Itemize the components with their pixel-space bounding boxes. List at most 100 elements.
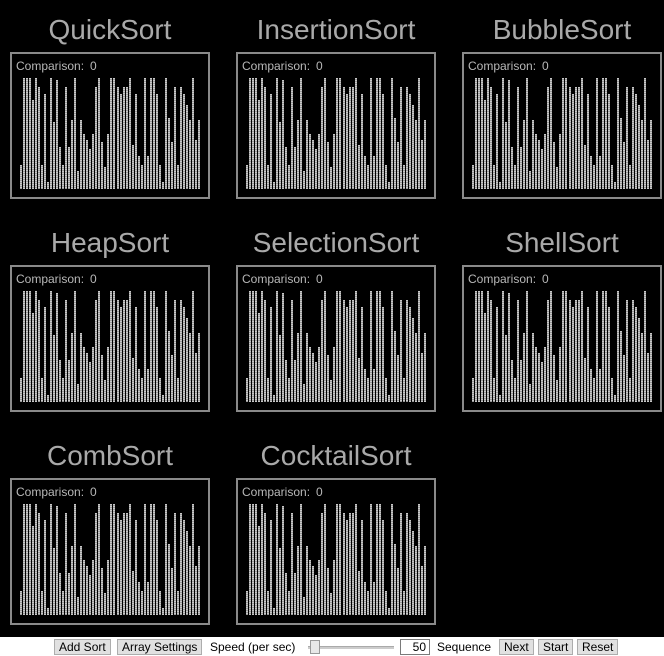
speed-slider[interactable]: [306, 640, 396, 654]
sort-visualization: Comparison: 0: [236, 478, 436, 625]
array-bar: [487, 78, 490, 189]
speed-value-field[interactable]: 50: [400, 639, 430, 655]
array-bar: [420, 140, 423, 189]
bar-area: [20, 504, 200, 615]
array-bar: [179, 512, 182, 615]
array-bar: [357, 144, 360, 189]
array-bar: [496, 93, 499, 189]
array-bar: [288, 164, 291, 189]
array-bar: [107, 346, 110, 402]
array-bar: [324, 504, 327, 615]
array-bar: [321, 299, 324, 402]
array-bar: [246, 590, 248, 615]
array-bar: [98, 78, 101, 189]
start-button[interactable]: Start: [538, 639, 574, 655]
array-bar: [637, 104, 640, 189]
array-bar: [23, 504, 26, 615]
array-bar: [113, 291, 116, 402]
array-bar: [285, 572, 288, 615]
array-settings-button[interactable]: Array Settings: [117, 639, 203, 655]
array-bar: [179, 86, 182, 189]
array-bar: [56, 293, 59, 402]
array-bar: [604, 291, 607, 402]
bar-area: [246, 291, 426, 402]
array-bar: [306, 120, 309, 189]
array-bar: [116, 86, 119, 189]
array-bar: [56, 80, 59, 189]
reset-button[interactable]: Reset: [577, 639, 619, 655]
array-bar: [164, 504, 167, 615]
array-bar: [20, 164, 22, 189]
array-bar: [411, 317, 414, 402]
array-bar: [478, 291, 481, 402]
array-bar: [149, 504, 152, 615]
array-bar: [478, 78, 481, 189]
array-bar: [318, 346, 321, 402]
array-bar: [381, 306, 384, 402]
array-bar: [345, 306, 348, 402]
array-bar: [330, 379, 333, 402]
array-bar: [378, 291, 381, 402]
array-bar: [526, 291, 529, 402]
array-bar: [107, 133, 110, 189]
slider-thumb[interactable]: [310, 640, 320, 654]
comparison-counter: Comparison: 0: [242, 272, 323, 286]
array-bar: [176, 590, 179, 615]
array-bar: [565, 291, 568, 402]
array-bar: [128, 78, 131, 189]
array-bar: [29, 291, 32, 402]
array-bar: [143, 291, 146, 402]
array-bar: [529, 384, 532, 402]
array-bar: [475, 291, 478, 402]
array-bar: [155, 306, 158, 402]
array-bar: [354, 291, 357, 402]
array-bar: [273, 608, 276, 615]
array-bar: [77, 384, 80, 402]
array-bar: [493, 377, 496, 402]
comparison-value: 0: [542, 272, 549, 286]
array-bar: [312, 140, 315, 189]
array-bar: [119, 93, 122, 189]
array-bar: [547, 86, 550, 189]
array-bar: [197, 333, 200, 402]
array-bar: [155, 519, 158, 615]
array-bar: [53, 122, 56, 189]
array-bar: [149, 78, 152, 189]
array-bar: [375, 291, 378, 402]
array-bar: [610, 164, 613, 189]
array-bar: [270, 306, 273, 402]
array-bar: [285, 359, 288, 402]
sort-title: CombSort: [46, 440, 174, 471]
array-bar: [396, 142, 399, 189]
array-bar: [285, 146, 288, 189]
array-bar: [264, 512, 267, 615]
array-bar: [194, 353, 197, 402]
array-bar: [375, 78, 378, 189]
array-bar: [532, 333, 535, 402]
array-bar: [71, 120, 74, 189]
array-bar: [625, 299, 628, 402]
array-bar: [152, 291, 155, 402]
array-bar: [119, 519, 122, 615]
next-button[interactable]: Next: [499, 639, 534, 655]
array-bar: [414, 120, 417, 189]
comparison-label: Comparison:: [16, 272, 85, 286]
array-bar: [517, 299, 520, 402]
array-bar: [348, 86, 351, 189]
array-bar: [44, 306, 47, 402]
array-bar: [291, 512, 294, 615]
array-bar: [550, 78, 553, 189]
array-bar: [312, 566, 315, 615]
array-bar: [493, 164, 496, 189]
array-bar: [372, 368, 375, 402]
array-bar: [80, 333, 83, 402]
array-bar: [315, 149, 318, 189]
array-bar: [122, 299, 125, 402]
array-bar: [372, 155, 375, 189]
comparison-counter: Comparison: 0: [16, 485, 97, 499]
add-sort-button[interactable]: Add Sort: [54, 639, 111, 655]
comparison-label: Comparison:: [468, 59, 537, 73]
comparison-label: Comparison:: [468, 272, 537, 286]
array-bar: [164, 78, 167, 189]
array-bar: [411, 530, 414, 615]
